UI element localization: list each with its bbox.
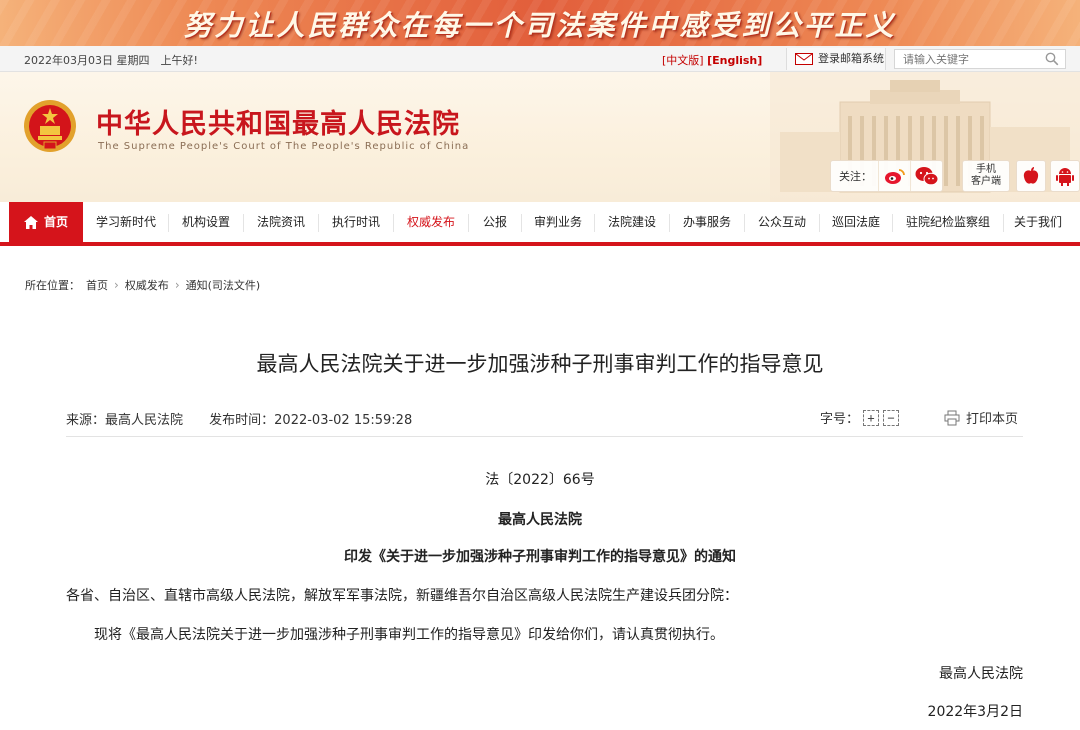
breadcrumb-current[interactable]: 通知(司法文件): [186, 277, 261, 293]
nav-item-enforcement[interactable]: 执行时讯: [319, 202, 393, 242]
breadcrumb: 所在位置： 首页 › 权威发布 › 通知(司法文件): [25, 277, 260, 293]
article-source: 来源：最高人民法院: [66, 413, 184, 428]
article-meta: 来源：最高人民法院 发布时间：2022-03-02 15:59:28: [66, 409, 412, 428]
home-icon: [23, 215, 38, 229]
android-app-button[interactable]: [1050, 160, 1080, 192]
breadcrumb-authoritative-release[interactable]: 权威发布: [125, 277, 169, 293]
lang-english-link[interactable]: [English]: [707, 54, 762, 67]
nav-item-trial-business[interactable]: 审判业务: [522, 202, 594, 242]
mail-label: 登录邮箱系统: [818, 52, 884, 65]
search-box: [894, 49, 1066, 69]
android-icon: [1056, 168, 1074, 186]
breadcrumb-home[interactable]: 首页: [86, 277, 108, 293]
emblem-icon: [24, 100, 76, 152]
nav-item-study[interactable]: 学习新时代: [84, 202, 168, 242]
nav-item-discipline-inspection[interactable]: 驻院纪检监察组: [893, 202, 1003, 242]
nav-item-organization[interactable]: 机构设置: [169, 202, 243, 242]
breadcrumb-label: 所在位置：: [25, 279, 80, 292]
court-name-chinese: 中华人民共和国最高人民法院: [96, 109, 460, 140]
addressees: 各省、自治区、直辖市高级人民法院，解放军军事法院，新疆维吾尔自治区高级人民法院生…: [66, 588, 738, 604]
nav-item-gazette[interactable]: 公报: [469, 202, 521, 242]
slogan-banner: 努力让人民群众在每一个司法案件中感受到公平正义: [0, 0, 1080, 46]
font-size-label: 字号：: [820, 412, 860, 427]
nav-item-court-news[interactable]: 法院资讯: [244, 202, 318, 242]
signature: 最高人民法院: [939, 666, 1023, 682]
document-issuer: 最高人民法院: [498, 512, 582, 528]
nav-item-home[interactable]: 首页: [9, 202, 83, 242]
client-label-line2: 客户端: [971, 176, 1001, 187]
weibo-button[interactable]: [878, 161, 910, 191]
print-label: 打印本页: [966, 412, 1019, 427]
search-icon[interactable]: [1045, 52, 1059, 66]
mail-login-link[interactable]: 登录邮箱系统: [786, 48, 886, 70]
lang-chinese-link[interactable]: [中文版]: [662, 54, 704, 67]
font-size-controls: 字号： + −: [820, 408, 900, 427]
follow-label: 关注：: [839, 170, 872, 183]
nav-item-services[interactable]: 办事服务: [670, 202, 744, 242]
notice-title: 印发《关于进一步加强涉种子刑事审判工作的指导意见》的通知: [344, 549, 736, 565]
article-title: 最高人民法院关于进一步加强涉种子刑事审判工作的指导意见: [256, 352, 824, 376]
print-button[interactable]: 打印本页: [944, 408, 1018, 427]
search-input[interactable]: [895, 50, 1035, 68]
language-switch: [中文版] [English]: [662, 52, 762, 68]
nav-item-court-construction[interactable]: 法院建设: [595, 202, 669, 242]
banner-slogan: 努力让人民群众在每一个司法案件中感受到公平正义: [183, 9, 897, 42]
font-decrease-button[interactable]: −: [883, 409, 900, 426]
current-date: 2022年03月03日 星期四 上午好!: [24, 54, 198, 67]
client-label-line1: 手机: [976, 164, 996, 175]
utility-bar: 2022年03月03日 星期四 上午好! [中文版] [English] 登录邮…: [0, 46, 1080, 72]
wechat-button[interactable]: [910, 161, 942, 191]
apple-icon: [1023, 167, 1039, 184]
nav-item-about-us[interactable]: 关于我们: [1004, 202, 1072, 242]
nav-item-authoritative-release[interactable]: 权威发布: [394, 202, 468, 242]
chevron-right-icon: ›: [114, 278, 119, 292]
mobile-client-link[interactable]: 手机 客户端: [962, 160, 1010, 192]
notice-body: 现将《最高人民法院关于进一步加强涉种子刑事审判工作的指导意见》印发给你们，请认真…: [94, 627, 724, 643]
print-icon: [944, 410, 960, 425]
document-number: 法〔2022〕66号: [485, 472, 595, 488]
article-publish-time: 发布时间：2022-03-02 15:59:28: [209, 413, 413, 428]
wechat-icon: [915, 167, 938, 186]
ios-app-button[interactable]: [1016, 160, 1046, 192]
site-header: 中华人民共和国最高人民法院 The Supreme People's Court…: [0, 72, 1080, 202]
mail-icon: [795, 53, 813, 65]
divider: [66, 436, 1023, 437]
weibo-icon: [884, 169, 905, 184]
chevron-right-icon: ›: [174, 278, 180, 292]
court-name-english: The Supreme People's Court of The People…: [98, 141, 470, 152]
nav-label: 首页: [43, 215, 68, 229]
follow-bar: 关注：: [830, 160, 943, 192]
nav-item-public-interaction[interactable]: 公众互动: [745, 202, 819, 242]
signature-date: 2022年3月2日: [927, 704, 1023, 720]
nav-item-circuit-courts[interactable]: 巡回法庭: [820, 202, 892, 242]
font-increase-button[interactable]: +: [863, 409, 880, 426]
main-nav: 首页 学习新时代 机构设置 法院资讯 执行时讯 权威发布 公报 审判业务 法院建…: [0, 202, 1080, 246]
